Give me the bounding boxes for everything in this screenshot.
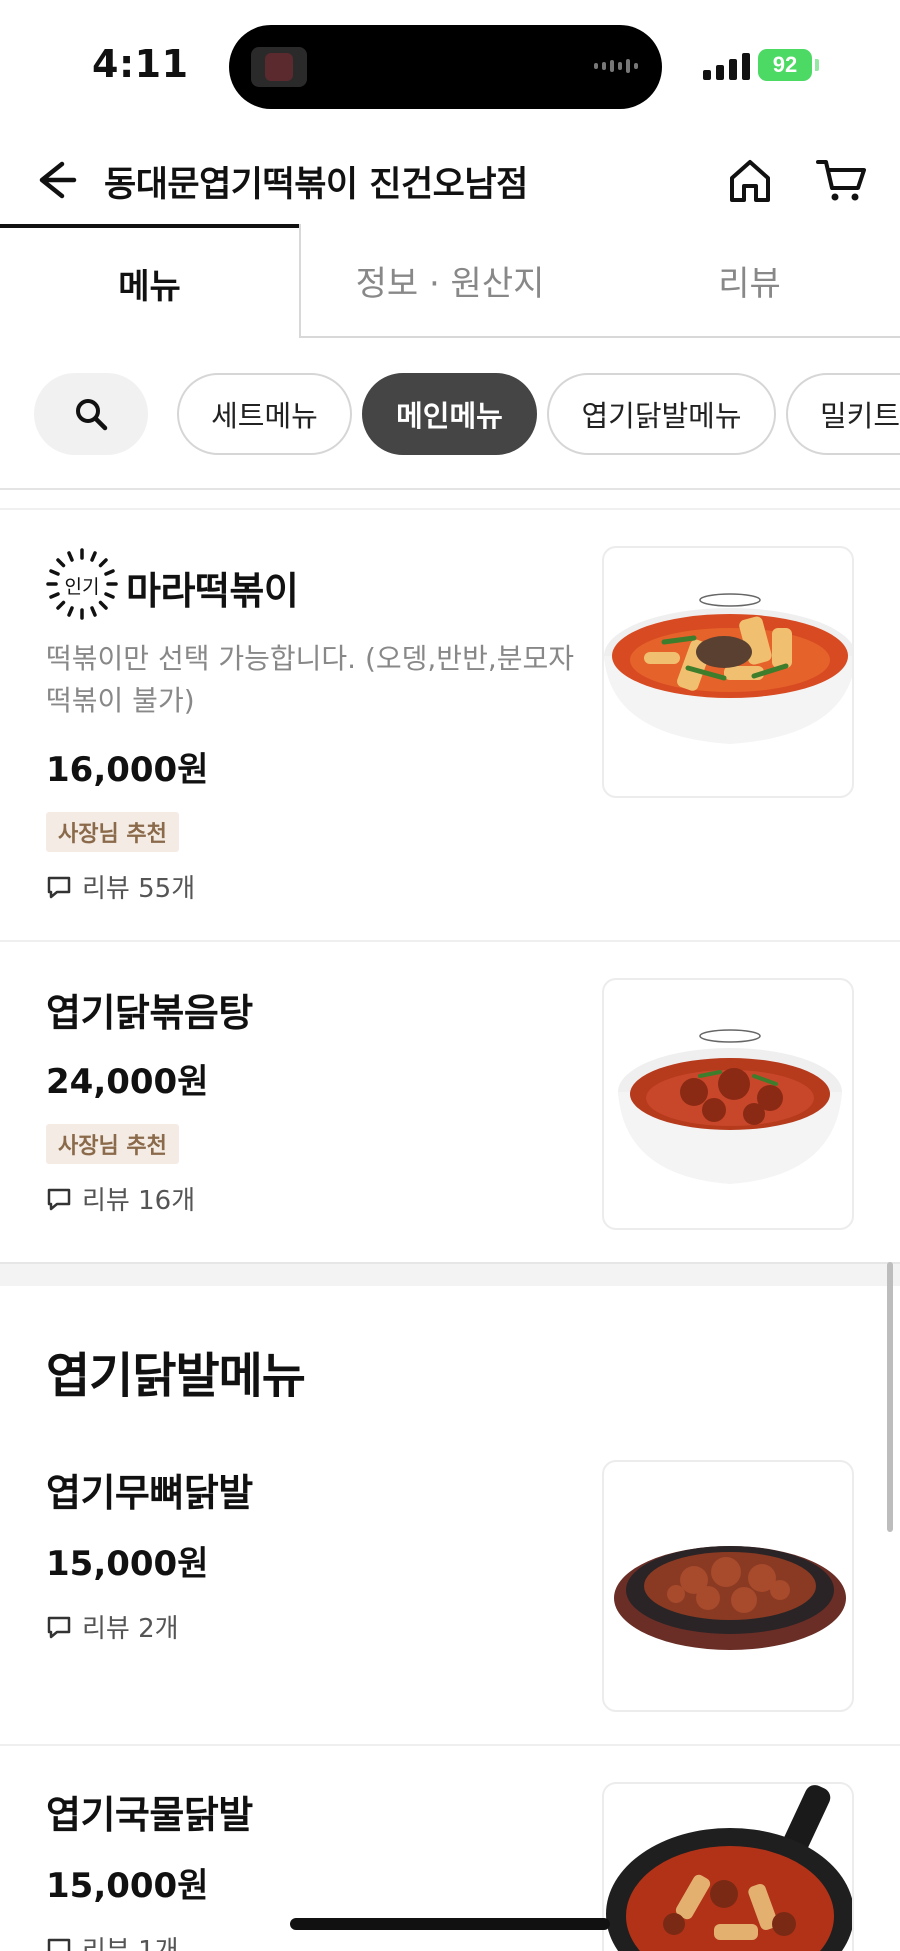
tab-reviews[interactable]: 리뷰 bbox=[599, 224, 900, 338]
cart-icon[interactable] bbox=[814, 152, 870, 208]
menu-item-name: 엽기닭볶음탕 bbox=[46, 991, 253, 1035]
category-chip-set-menu[interactable]: 세트메뉴 bbox=[177, 373, 352, 455]
menu-item-review-count: 리뷰 16개 bbox=[46, 1180, 195, 1217]
comment-icon bbox=[47, 1938, 71, 1951]
tab-menu[interactable]: 메뉴 bbox=[0, 224, 299, 338]
category-chip-mealkit[interactable]: 밀키트 bbox=[786, 373, 900, 455]
menu-item-photo[interactable] bbox=[602, 546, 854, 798]
review-count-text: 리뷰 2개 bbox=[82, 1614, 179, 1644]
menu-item-price: 24,000원 bbox=[46, 1062, 209, 1102]
battery-level: 92 bbox=[772, 52, 798, 77]
food-bowl-image bbox=[618, 1029, 842, 1184]
comment-icon bbox=[47, 1616, 71, 1638]
menu-item-name: 마라떡볶이 bbox=[126, 569, 299, 613]
menu-item-review-count: 리뷰 2개 bbox=[46, 1608, 179, 1645]
category-chip-bar: 세트메뉴 메인메뉴 엽기닭발메뉴 밀키트 bbox=[0, 370, 900, 458]
home-indicator[interactable] bbox=[290, 1918, 610, 1930]
cellular-signal-icon bbox=[703, 52, 750, 80]
review-count-text: 리뷰 55개 bbox=[82, 874, 196, 904]
store-name-title: 동대문엽기떡볶이 진건오남점 bbox=[104, 165, 528, 205]
audio-wave-icon bbox=[594, 59, 638, 73]
category-chip-main-menu[interactable]: 메인메뉴 bbox=[362, 373, 537, 455]
menu-item-boneless-chicken-feet[interactable]: 엽기무뼈닭발 15,000원 리뷰 2개 bbox=[0, 1424, 900, 1744]
menu-item-name: 엽기국물닭발 bbox=[46, 1793, 253, 1837]
menu-item-review-count: 리뷰 55개 bbox=[46, 868, 195, 905]
search-icon bbox=[76, 399, 108, 431]
comment-icon bbox=[47, 876, 71, 898]
app-header: 동대문엽기떡볶이 진건오남점 bbox=[0, 140, 900, 220]
menu-item-price: 15,000원 bbox=[46, 1544, 209, 1584]
tab-info-origin[interactable]: 정보 · 원산지 bbox=[299, 224, 599, 338]
menu-item-photo[interactable] bbox=[602, 1460, 854, 1712]
menu-item-price: 16,000원 bbox=[46, 750, 209, 790]
sizzling-plate-image bbox=[614, 1546, 846, 1650]
menu-item-spicy-chicken-stew[interactable]: 엽기닭볶음탕 24,000원 사장님 추천 리뷰 16개 bbox=[0, 942, 900, 1262]
dynamic-island bbox=[229, 25, 662, 109]
menu-item-name: 엽기무뼈닭발 bbox=[46, 1471, 253, 1515]
now-playing-thumbnail bbox=[251, 47, 307, 87]
popular-badge-label: 인기 bbox=[64, 576, 100, 598]
status-time: 4:11 bbox=[92, 42, 189, 86]
menu-item-photo[interactable] bbox=[602, 1782, 854, 1951]
menu-item-review-count: 리뷰 1개 bbox=[46, 1930, 179, 1951]
menu-item-description: 떡볶이만 선택 가능합니다. (오뎅,반반,분모자떡볶이 불가) bbox=[46, 642, 575, 717]
menu-item-price: 15,000원 bbox=[46, 1866, 209, 1906]
menu-item-mara-tteokbokki[interactable]: 인기 마라떡볶이 떡볶이만 선택 가능합니다. (오뎅,반반,분모자떡볶이 불가… bbox=[0, 510, 900, 940]
pan-dish-image bbox=[606, 1785, 852, 1951]
owner-recommend-badge: 사장님 추천 bbox=[46, 1124, 179, 1164]
status-bar: 4:11 92 bbox=[0, 0, 900, 130]
store-tabs: 메뉴 정보 · 원산지 리뷰 bbox=[0, 224, 900, 338]
battery-icon: 92 bbox=[758, 49, 812, 81]
menu-search-button[interactable] bbox=[34, 373, 148, 455]
home-icon[interactable] bbox=[722, 152, 778, 208]
back-arrow-icon[interactable] bbox=[28, 152, 84, 208]
review-count-text: 리뷰 1개 bbox=[82, 1936, 179, 1951]
owner-recommend-badge: 사장님 추천 bbox=[46, 812, 179, 852]
food-bowl-image bbox=[604, 593, 852, 744]
section-title-chicken-feet: 엽기닭발메뉴 bbox=[46, 1348, 306, 1404]
comment-icon bbox=[47, 1188, 71, 1210]
review-count-text: 리뷰 16개 bbox=[82, 1186, 196, 1216]
category-chip-chicken-feet-menu[interactable]: 엽기닭발메뉴 bbox=[547, 373, 776, 455]
menu-item-photo[interactable] bbox=[602, 978, 854, 1230]
